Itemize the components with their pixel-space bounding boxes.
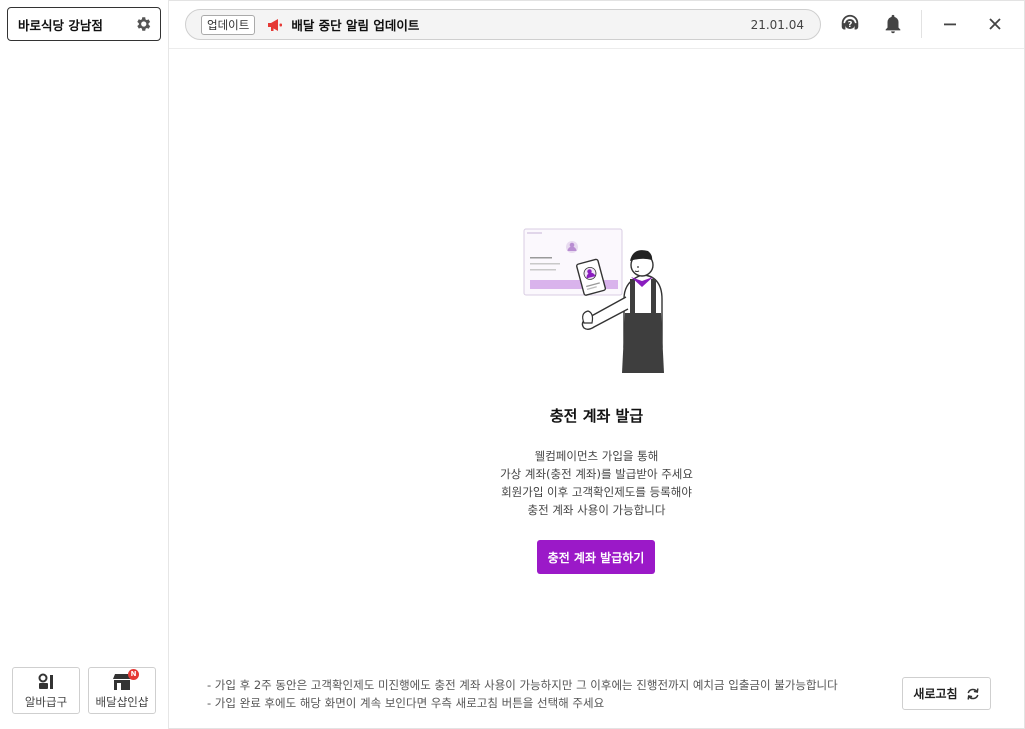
- description: 웰컴페이먼츠 가입을 통해 가상 계좌(충전 계좌)를 발급받아 주세요 회원가…: [169, 447, 1024, 519]
- delivery-shop-in-shop-button[interactable]: N 배달샵인샵: [88, 667, 156, 714]
- sidebar: 바로식당 강남점 알바급구 N 배달샵인샵: [0, 0, 169, 729]
- store-selector[interactable]: 바로식당 강남점: [7, 7, 161, 41]
- new-badge: N: [128, 668, 139, 680]
- notice-text: 배달 중단 알림 업데이트: [291, 18, 420, 33]
- main-content: 충전 계좌 발급 웰컴페이먼츠 가입을 통해 가상 계좌(충전 계좌)를 발급받…: [169, 49, 1024, 729]
- job-posting-label: 알바급구: [24, 694, 68, 709]
- header-divider: [921, 10, 922, 38]
- description-line: 가상 계좌(충전 계좌)를 발급받아 주세요: [500, 467, 693, 481]
- job-posting-button[interactable]: 알바급구: [12, 667, 80, 714]
- megaphone-icon: [268, 18, 283, 31]
- refresh-button[interactable]: 새로고침: [902, 677, 991, 710]
- gear-icon[interactable]: [134, 15, 152, 33]
- page-title: 충전 계좌 발급: [549, 407, 644, 425]
- delivery-shop-in-shop-label: 배달샵인샵: [95, 694, 149, 709]
- refresh-icon: [967, 687, 979, 700]
- svg-text:?: ?: [848, 19, 853, 29]
- help-icon[interactable]: ?: [839, 13, 861, 35]
- note-line: - 가입 완료 후에도 해당 화면이 계속 보인다면 우측 새로고침 버튼을 선…: [207, 696, 605, 710]
- header: 업데이트 배달 중단 알림 업데이트 21.01.04 ?: [169, 0, 1024, 49]
- account-illustration: [523, 228, 664, 373]
- minimize-icon[interactable]: [939, 13, 961, 35]
- note-line: - 가입 후 2주 동안은 고객확인제도 미진행에도 충전 계좌 사용이 가능하…: [207, 678, 838, 692]
- issue-account-button[interactable]: 충전 계좌 발급하기: [537, 540, 655, 574]
- bell-icon[interactable]: [882, 13, 904, 35]
- description-line: 회원가입 이후 고객확인제도를 등록해야: [501, 485, 692, 499]
- description-line: 웰컴페이먼츠 가입을 통해: [534, 449, 659, 463]
- notice-tag: 업데이트: [201, 14, 256, 35]
- store-name: 바로식당 강남점: [18, 17, 103, 33]
- close-icon[interactable]: [984, 13, 1006, 35]
- store-icon: N: [112, 668, 139, 692]
- notice-bar[interactable]: 업데이트 배달 중단 알림 업데이트 21.01.04: [185, 9, 821, 40]
- notice-date: 21.01.04: [750, 17, 804, 32]
- description-line: 충전 계좌 사용이 가능합니다: [527, 503, 666, 517]
- job-icon: [37, 672, 55, 692]
- notes: - 가입 후 2주 동안은 고객확인제도 미진행에도 충전 계좌 사용이 가능하…: [207, 676, 838, 712]
- refresh-label: 새로고침: [913, 687, 958, 701]
